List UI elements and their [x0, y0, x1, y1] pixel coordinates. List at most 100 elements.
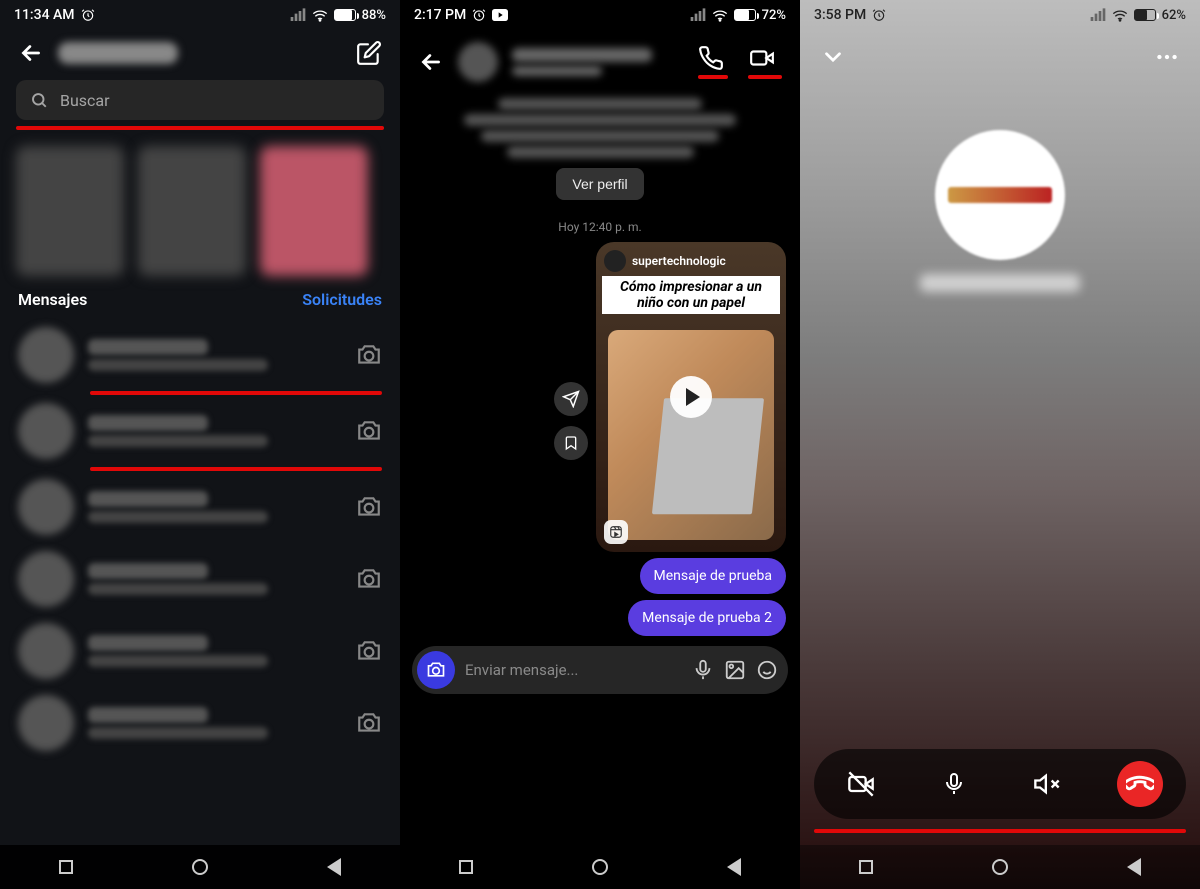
- signal-icon: [690, 7, 706, 23]
- home-button[interactable]: [592, 859, 608, 875]
- audio-call-button[interactable]: [698, 45, 728, 79]
- call-controls: [814, 749, 1186, 819]
- battery-percent: 88%: [362, 8, 386, 23]
- reel-thumbnail: [608, 330, 774, 540]
- inbox-screen: 11:34 AM 88% Buscar Mensajes Solicitudes: [0, 0, 400, 889]
- shared-reel[interactable]: supertechnologic Cómo impresionar a un n…: [596, 242, 786, 552]
- chat-timestamp: Hoy 12:40 p. m.: [400, 220, 800, 234]
- reel-author-name: supertechnologic: [632, 254, 726, 268]
- end-call-icon: [1126, 770, 1154, 798]
- contact-name-blurred[interactable]: [512, 48, 684, 76]
- camera-off-button[interactable]: [838, 761, 884, 807]
- avatar: [18, 623, 74, 679]
- home-button[interactable]: [992, 859, 1008, 875]
- compose-icon[interactable]: [356, 40, 382, 66]
- status-bar: 2:17 PM 72%: [400, 0, 800, 30]
- wifi-icon: [712, 7, 728, 23]
- battery-icon: [734, 9, 756, 21]
- caller-name-blurred: [920, 274, 1080, 292]
- end-call-button[interactable]: [1117, 761, 1163, 807]
- home-button[interactable]: [192, 859, 208, 875]
- battery-icon: [1134, 9, 1156, 21]
- camera-icon[interactable]: [356, 566, 382, 592]
- system-nav-bar: [800, 845, 1200, 889]
- avatar[interactable]: [458, 42, 498, 82]
- bookmark-icon[interactable]: [554, 426, 588, 460]
- search-placeholder: Buscar: [60, 91, 110, 110]
- composer-placeholder: Enviar mensaje...: [465, 661, 682, 679]
- annotation-underline: [748, 75, 782, 79]
- call-screen: 3:58 PM 62%: [800, 0, 1200, 889]
- camera-icon: [426, 660, 446, 680]
- search-icon: [30, 91, 48, 109]
- camera-button[interactable]: [417, 651, 455, 689]
- sent-message[interactable]: Mensaje de prueba 2: [628, 600, 786, 636]
- back-button[interactable]: [727, 858, 741, 876]
- annotation-underline: [814, 829, 1186, 833]
- recents-button[interactable]: [859, 860, 873, 874]
- signal-icon: [1090, 7, 1106, 23]
- speaker-off-button[interactable]: [1024, 761, 1070, 807]
- back-icon[interactable]: [18, 40, 44, 66]
- stories-row[interactable]: [0, 130, 400, 282]
- story-item[interactable]: [16, 146, 124, 276]
- battery-icon: [334, 9, 356, 21]
- message-row[interactable]: [0, 319, 400, 391]
- camera-icon[interactable]: [356, 638, 382, 664]
- camera-icon[interactable]: [356, 710, 382, 736]
- account-name-blurred[interactable]: [58, 42, 178, 64]
- youtube-icon: [492, 9, 508, 21]
- message-row[interactable]: [0, 615, 400, 687]
- sent-message[interactable]: Mensaje de prueba: [640, 558, 786, 594]
- avatar: [18, 695, 74, 751]
- more-icon[interactable]: [1154, 44, 1180, 70]
- wifi-icon: [1112, 7, 1128, 23]
- recents-button[interactable]: [459, 860, 473, 874]
- avatar: [18, 327, 74, 383]
- message-row[interactable]: [0, 687, 400, 759]
- system-nav-bar: [0, 845, 400, 889]
- phone-icon: [698, 45, 724, 71]
- sticker-icon[interactable]: [756, 659, 778, 681]
- video-call-button[interactable]: [748, 45, 782, 79]
- status-bar: 3:58 PM 62%: [800, 0, 1200, 30]
- reel-caption: Cómo impresionar a un niño con un papel: [602, 276, 780, 314]
- wifi-icon: [312, 7, 328, 23]
- search-input[interactable]: Buscar: [16, 80, 384, 120]
- system-nav-bar: [400, 845, 800, 889]
- contact-info-blurred: [430, 98, 770, 158]
- video-icon: [748, 45, 776, 71]
- reel-author-avatar: [604, 250, 626, 272]
- story-item[interactable]: [138, 146, 246, 276]
- reels-icon: [604, 520, 628, 544]
- view-profile-button[interactable]: Ver perfil: [556, 168, 643, 200]
- mute-button[interactable]: [931, 761, 977, 807]
- share-icon[interactable]: [554, 382, 588, 416]
- camera-icon[interactable]: [356, 418, 382, 444]
- recents-button[interactable]: [59, 860, 73, 874]
- play-icon[interactable]: [670, 376, 712, 418]
- tab-requests[interactable]: Solicitudes: [302, 290, 382, 309]
- back-button[interactable]: [327, 858, 341, 876]
- status-time: 3:58 PM: [814, 7, 866, 23]
- caller-avatar: [935, 130, 1065, 260]
- tab-messages[interactable]: Mensajes: [18, 290, 87, 309]
- status-bar: 11:34 AM 88%: [0, 0, 400, 30]
- message-composer[interactable]: Enviar mensaje...: [412, 646, 788, 694]
- story-item[interactable]: [260, 146, 368, 276]
- back-button[interactable]: [1127, 858, 1141, 876]
- back-icon[interactable]: [418, 49, 444, 75]
- gallery-icon[interactable]: [724, 659, 746, 681]
- message-row[interactable]: [0, 471, 400, 543]
- mic-icon[interactable]: [692, 659, 714, 681]
- camera-off-icon: [847, 770, 875, 798]
- message-row[interactable]: [0, 543, 400, 615]
- mic-icon: [942, 770, 966, 798]
- camera-icon[interactable]: [356, 342, 382, 368]
- alarm-icon: [472, 8, 486, 22]
- speaker-off-icon: [1033, 770, 1061, 798]
- camera-icon[interactable]: [356, 494, 382, 520]
- signal-icon: [290, 7, 306, 23]
- message-row[interactable]: [0, 395, 400, 467]
- chevron-down-icon[interactable]: [820, 44, 846, 70]
